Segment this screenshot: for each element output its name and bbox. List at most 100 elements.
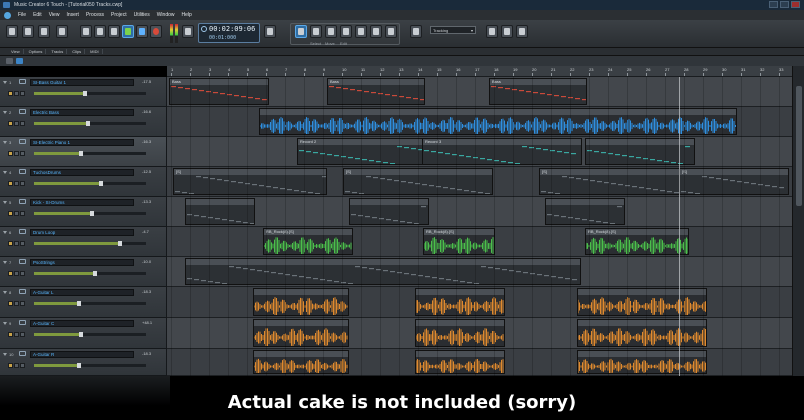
audio-clip[interactable] (415, 319, 505, 347)
midi-clip[interactable]: Bass (489, 78, 587, 105)
volume-fader[interactable] (34, 301, 146, 306)
mute-button[interactable] (8, 181, 13, 186)
track-fold-icon[interactable] (3, 111, 7, 114)
track-header[interactable]: 4 TuchosDrums -12.5 (0, 167, 166, 197)
track-name-field[interactable]: Drum Loop (30, 229, 134, 236)
volume-fader[interactable] (34, 271, 146, 276)
fader-knob[interactable] (85, 121, 90, 126)
track-fold-icon[interactable] (3, 231, 7, 234)
volume-fader[interactable] (34, 211, 146, 216)
record-arm-button[interactable] (20, 151, 25, 156)
mute-button[interactable] (8, 91, 13, 96)
solo-button[interactable] (14, 363, 19, 368)
record-button[interactable] (150, 25, 162, 38)
fader-knob[interactable] (118, 241, 123, 246)
minimize-button[interactable] (769, 1, 778, 8)
smart-tool-button[interactable] (295, 25, 307, 38)
track-name-field[interactable]: A-Guitar R (30, 351, 134, 358)
edit-tool-button[interactable] (340, 25, 352, 38)
mute-button[interactable] (8, 271, 13, 276)
mute-button[interactable] (8, 151, 13, 156)
move-tool-button[interactable] (325, 25, 337, 38)
track-name-field[interactable]: A-Guitar L (30, 289, 134, 296)
solo-button[interactable] (14, 241, 19, 246)
menu-project[interactable]: Project (111, 12, 127, 18)
import-button[interactable] (56, 25, 68, 38)
fader-knob[interactable] (98, 181, 103, 186)
rewind-to-start-button[interactable] (80, 25, 92, 38)
draw-tool-button[interactable] (355, 25, 367, 38)
track-filter-button[interactable] (16, 58, 23, 64)
mute-button[interactable] (8, 363, 13, 368)
solo-button[interactable] (14, 211, 19, 216)
track-name-field[interactable]: A-Guitar C (30, 320, 134, 327)
track-fold-icon[interactable] (3, 322, 7, 325)
browser-button[interactable] (501, 25, 513, 38)
menu-edit[interactable]: Edit (33, 12, 42, 18)
close-button[interactable] (791, 1, 800, 8)
forward-button[interactable] (108, 25, 120, 38)
track-header[interactable]: 9 A-Guitar C +48.1 (0, 318, 166, 349)
track-name-field[interactable]: SI-Electric Piano 1 (30, 139, 134, 146)
solo-button[interactable] (14, 181, 19, 186)
inspector-button[interactable] (516, 25, 528, 38)
record-arm-button[interactable] (20, 211, 25, 216)
audio-clip[interactable] (415, 350, 505, 374)
track-fold-icon[interactable] (3, 81, 7, 84)
track-fold-icon[interactable] (3, 261, 7, 264)
scrollbar-thumb[interactable] (796, 86, 802, 206)
fader-knob[interactable] (79, 151, 84, 156)
track-header[interactable]: 3 SI-Electric Piano 1 -16.3 (0, 137, 166, 167)
midi-clip[interactable]: [S] (539, 168, 689, 195)
record-arm-button[interactable] (20, 91, 25, 96)
volume-fader[interactable] (34, 151, 146, 156)
tempo-button[interactable] (264, 25, 276, 38)
snap-to-grid-button[interactable] (410, 25, 422, 38)
audio-clip[interactable] (577, 319, 707, 347)
midi-clip[interactable] (185, 198, 255, 225)
track-name-field[interactable]: Electric Bass (30, 109, 134, 116)
audio-clip[interactable] (253, 288, 349, 316)
track-header[interactable]: 2 Electric Bass -16.6 (0, 107, 166, 137)
mute-button[interactable] (8, 301, 13, 306)
trackview-menu-options[interactable]: Options (26, 49, 47, 54)
track-fold-icon[interactable] (3, 353, 7, 356)
volume-fader[interactable] (34, 332, 146, 337)
clip-lane[interactable] (167, 318, 792, 349)
new-project-button[interactable] (6, 25, 18, 38)
clip-lane[interactable] (167, 349, 792, 376)
midi-clip[interactable]: [S] (679, 168, 789, 195)
erase-tool-button[interactable] (370, 25, 382, 38)
solo-button[interactable] (14, 271, 19, 276)
clip-lane[interactable]: Bass Bass Bass (167, 77, 792, 107)
fader-knob[interactable] (90, 211, 95, 216)
track-fold-icon[interactable] (3, 201, 7, 204)
fader-knob[interactable] (77, 363, 82, 368)
track-header[interactable]: 6 Drum Loop -4.7 (0, 227, 166, 257)
audio-clip[interactable]: RB_Rock(8).[S] (263, 228, 353, 255)
volume-fader[interactable] (34, 91, 146, 96)
clip-lane[interactable]: Record 2 Record 3 (167, 137, 792, 167)
audio-clip[interactable] (253, 319, 349, 347)
time-display[interactable]: 00:02:09:06 00:01:000 (198, 23, 260, 43)
metronome-button[interactable] (182, 25, 194, 38)
play-button[interactable] (122, 25, 134, 38)
workspace-select[interactable]: Tracking ▾ (430, 26, 476, 34)
track-fold-icon[interactable] (3, 141, 7, 144)
audio-clip[interactable]: RB_Rock(8).[S] (423, 228, 495, 255)
track-header[interactable]: 8 A-Guitar L -18.3 (0, 287, 166, 318)
menu-window[interactable]: Window (157, 12, 175, 18)
snap-button[interactable] (385, 25, 397, 38)
record-arm-button[interactable] (20, 332, 25, 337)
maximize-button[interactable] (780, 1, 789, 8)
record-arm-button[interactable] (20, 301, 25, 306)
midi-clip[interactable]: Bass (169, 78, 269, 105)
timeline-ruler[interactable]: 1 2 3 4 5 6 7 8 9 10 11 12 13 14 15 16 17 18 19 20 21 22 23 24 2… (167, 66, 792, 77)
save-project-button[interactable] (38, 25, 50, 38)
clip-lane[interactable] (167, 257, 792, 287)
menu-insert[interactable]: Insert (66, 12, 79, 18)
audio-clip[interactable] (253, 350, 349, 374)
track-header[interactable]: 10 A-Guitar R -18.3 (0, 349, 166, 376)
track-fold-icon[interactable] (3, 291, 7, 294)
track-header[interactable]: 1 SI-Bass Guitar 1 -17.5 (0, 77, 166, 107)
